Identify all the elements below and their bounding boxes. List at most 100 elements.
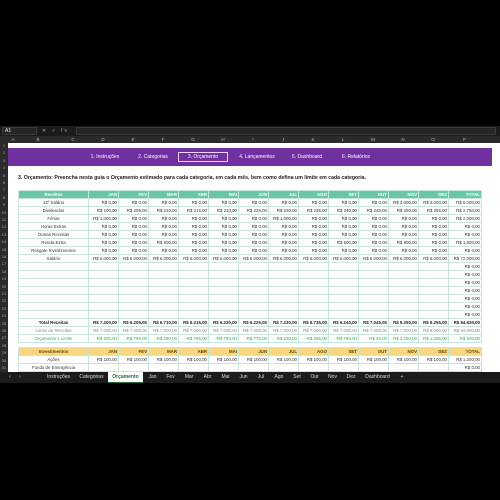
table-cell[interactable]: JAN	[88, 190, 119, 199]
table-cell[interactable]	[418, 262, 449, 271]
table-cell[interactable]	[328, 363, 359, 372]
table-cell[interactable]	[208, 278, 239, 287]
table-cell[interactable]: R$ 2.750,00	[448, 206, 482, 215]
row-label[interactable]: Total Receitas	[18, 318, 89, 327]
row-label[interactable]	[18, 286, 89, 295]
row-header-22[interactable]: 22	[0, 298, 8, 303]
table-cell[interactable]: R$ 0,00	[448, 222, 482, 231]
table-cell[interactable]: NOV	[388, 347, 419, 356]
table-cell[interactable]: R$ 0,00	[328, 230, 359, 239]
table-cell[interactable]: R$ 0,00	[448, 230, 482, 239]
row-label[interactable]: Receitas	[18, 190, 89, 199]
table-cell[interactable]: R$ 0,00	[178, 214, 209, 223]
row-label[interactable]: Dividendos	[18, 206, 89, 215]
table-cell[interactable]: -R$ 780,00	[208, 334, 239, 343]
sheet-nav-right-icon[interactable]: ›	[16, 372, 24, 383]
table-cell[interactable]: R$ 100,00	[178, 355, 209, 364]
table-cell[interactable]: R$ 7.000,00	[328, 326, 359, 335]
table-cell[interactable]: FEV	[118, 190, 149, 199]
column-header-H[interactable]: H	[208, 136, 238, 143]
table-cell[interactable]: R$ 0,00	[208, 246, 239, 255]
table-cell[interactable]	[268, 286, 299, 295]
table-cell[interactable]: R$ 100,00	[208, 355, 239, 364]
sheet-tab-nov[interactable]: Nov	[324, 372, 341, 383]
table-cell[interactable]: R$ 800,00	[388, 238, 419, 247]
row-header-16[interactable]: 16	[0, 254, 8, 259]
table-cell[interactable]	[268, 302, 299, 311]
table-cell[interactable]: R$ 255,00	[418, 206, 449, 215]
sheet-tab-mar[interactable]: Mar	[180, 372, 198, 383]
table-cell[interactable]: R$ 230,00	[268, 206, 299, 215]
table-cell[interactable]	[88, 278, 119, 287]
table-cell[interactable]: R$ 0,00	[88, 198, 119, 207]
row-label[interactable]	[18, 278, 89, 287]
row-label[interactable]: Salário	[18, 254, 89, 263]
table-cell[interactable]: R$ 0,00	[388, 230, 419, 239]
table-cell[interactable]: R$ 0,00	[298, 246, 329, 255]
sheet-tab-jul[interactable]: Jul	[253, 372, 269, 383]
table-cell[interactable]: MAR	[148, 190, 179, 199]
table-cell[interactable]: R$ 0,00	[268, 198, 299, 207]
table-cell[interactable]: R$ 0,00	[238, 222, 269, 231]
sheet-tab-ago[interactable]: Ago	[270, 372, 288, 383]
table-cell[interactable]	[208, 294, 239, 303]
table-cell[interactable]: R$ 7.000,00	[358, 326, 389, 335]
table-cell[interactable]: R$ 6.000,00	[238, 254, 269, 263]
table-cell[interactable]: R$ 0,00	[268, 222, 299, 231]
column-header-L[interactable]: L	[328, 136, 358, 143]
table-cell[interactable]: R$ 100,00	[88, 206, 119, 215]
row-label[interactable]: 13º Salário	[18, 198, 89, 207]
table-cell[interactable]: JUN	[238, 190, 269, 199]
table-cell[interactable]	[268, 278, 299, 287]
table-cell[interactable]: R$ 235,00	[298, 206, 329, 215]
table-cell[interactable]: R$ 7.000,00	[238, 326, 269, 335]
row-header-25[interactable]: 25	[0, 321, 8, 326]
table-cell[interactable]: DEZ	[418, 347, 449, 356]
table-cell[interactable]: R$ 0,00	[328, 214, 359, 223]
table-cell[interactable]: R$ 6.225,00	[238, 318, 269, 327]
table-cell[interactable]: R$ 0,00	[298, 198, 329, 207]
table-cell[interactable]: R$ 0,00	[358, 214, 389, 223]
table-cell[interactable]: R$ 240,00	[328, 206, 359, 215]
table-cell[interactable]	[238, 262, 269, 271]
table-cell[interactable]: OUT	[358, 190, 389, 199]
row-header-5[interactable]: 5	[0, 173, 8, 178]
table-cell[interactable]: R$ 3.000,00	[418, 198, 449, 207]
table-cell[interactable]	[298, 286, 329, 295]
table-cell[interactable]: R$ 0,00	[238, 246, 269, 255]
row-label[interactable]: Investimentos	[18, 347, 89, 356]
table-cell[interactable]: R$ 530,00	[448, 334, 482, 343]
table-cell[interactable]: AGO	[298, 190, 329, 199]
column-header-K[interactable]: K	[298, 136, 328, 143]
table-cell[interactable]: R$ 7.000,00	[268, 326, 299, 335]
table-cell[interactable]	[88, 262, 119, 271]
row-header-21[interactable]: 21	[0, 291, 8, 296]
table-cell[interactable]	[118, 302, 149, 311]
table-cell[interactable]	[418, 294, 449, 303]
row-header-20[interactable]: 20	[0, 284, 8, 289]
table-cell[interactable]	[358, 294, 389, 303]
table-cell[interactable]: R$ 0,00	[238, 198, 269, 207]
nav-tab-3[interactable]: 3. Orçamento	[178, 152, 228, 162]
table-cell[interactable]: R$ 0,00	[208, 230, 239, 239]
table-cell[interactable]: ABR	[178, 347, 209, 356]
row-header-26[interactable]: 26	[0, 328, 8, 333]
table-cell[interactable]	[298, 310, 329, 319]
row-label[interactable]: Ações	[18, 355, 89, 364]
table-cell[interactable]: R$ 6.205,00	[118, 318, 149, 327]
table-cell[interactable]: R$ 210,00	[208, 206, 239, 215]
table-cell[interactable]: R$ 100,00	[88, 355, 119, 364]
column-header-F[interactable]: F	[148, 136, 178, 143]
row-label[interactable]: Férias	[18, 214, 89, 223]
table-cell[interactable]	[208, 363, 239, 372]
table-cell[interactable]	[238, 270, 269, 279]
table-cell[interactable]: JUL	[268, 190, 299, 199]
table-cell[interactable]	[208, 310, 239, 319]
table-cell[interactable]: R$ 7.000,00	[178, 326, 209, 335]
column-header-A[interactable]: A	[8, 136, 18, 143]
table-cell[interactable]: R$ 6.000,00	[448, 198, 482, 207]
row-label[interactable]: Limite de Receitas	[18, 326, 89, 335]
row-header-27[interactable]: 27	[0, 335, 8, 340]
table-cell[interactable]: R$ 0,00	[388, 246, 419, 255]
table-cell[interactable]: R$ 0,00	[448, 270, 482, 279]
